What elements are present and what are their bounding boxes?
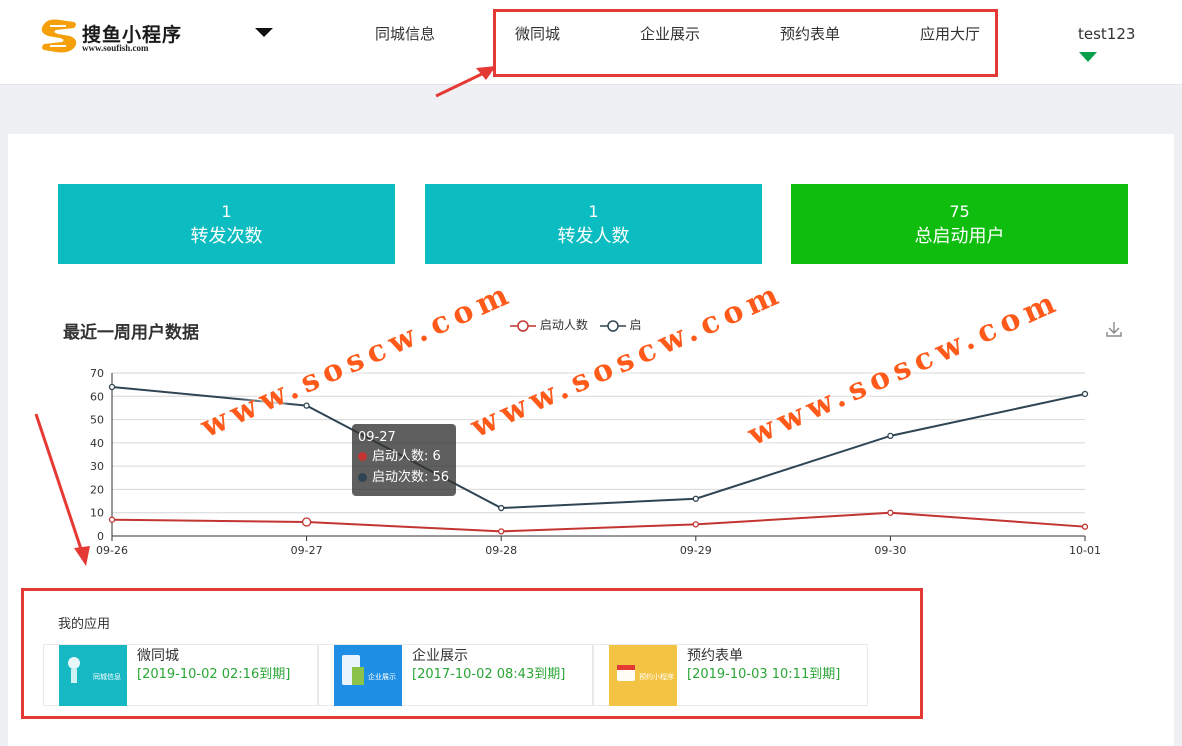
y-tick-label: 50 (90, 414, 104, 427)
annotation-box-nav (493, 9, 998, 77)
x-tick-label: 09-28 (485, 544, 517, 557)
data-point (498, 528, 505, 535)
y-tick-label: 20 (90, 483, 104, 496)
y-tick-label: 0 (97, 530, 104, 543)
tooltip-title: 09-27 (358, 430, 396, 445)
data-point (692, 495, 699, 502)
data-point (1081, 390, 1089, 398)
y-tick-label: 10 (90, 507, 104, 520)
y-tick-label: 30 (90, 460, 104, 473)
data-point (301, 517, 312, 527)
data-point (108, 516, 116, 523)
data-point (108, 383, 116, 391)
red-dot-icon (358, 452, 367, 461)
data-point (692, 521, 699, 528)
data-point (498, 504, 505, 512)
y-tick-label: 60 (90, 390, 104, 403)
data-point (887, 509, 894, 516)
data-point (303, 402, 310, 409)
y-tick-label: 40 (90, 437, 104, 450)
data-point (1081, 523, 1089, 530)
annotation-box-apps (21, 588, 923, 719)
series-line (111, 511, 1086, 533)
y-tick-label: 70 (90, 367, 104, 380)
chart-tooltip: 09-27 启动人数: 6 启动次数: 56 (352, 424, 456, 496)
x-tick-label: 09-29 (680, 544, 712, 557)
x-tick-label: 09-26 (96, 544, 128, 557)
tooltip-row: 启动次数: 56 (358, 467, 450, 488)
tooltip-row: 启动人数: 6 (358, 446, 450, 467)
x-tick-label: 09-27 (291, 544, 323, 557)
dark-dot-icon (358, 473, 367, 482)
tooltip-value: 启动次数: 56 (372, 470, 450, 485)
x-tick-label: 09-30 (874, 544, 906, 557)
data-point (887, 432, 894, 440)
x-tick-label: 10-01 (1069, 544, 1101, 557)
tooltip-value: 启动人数: 6 (372, 449, 441, 464)
